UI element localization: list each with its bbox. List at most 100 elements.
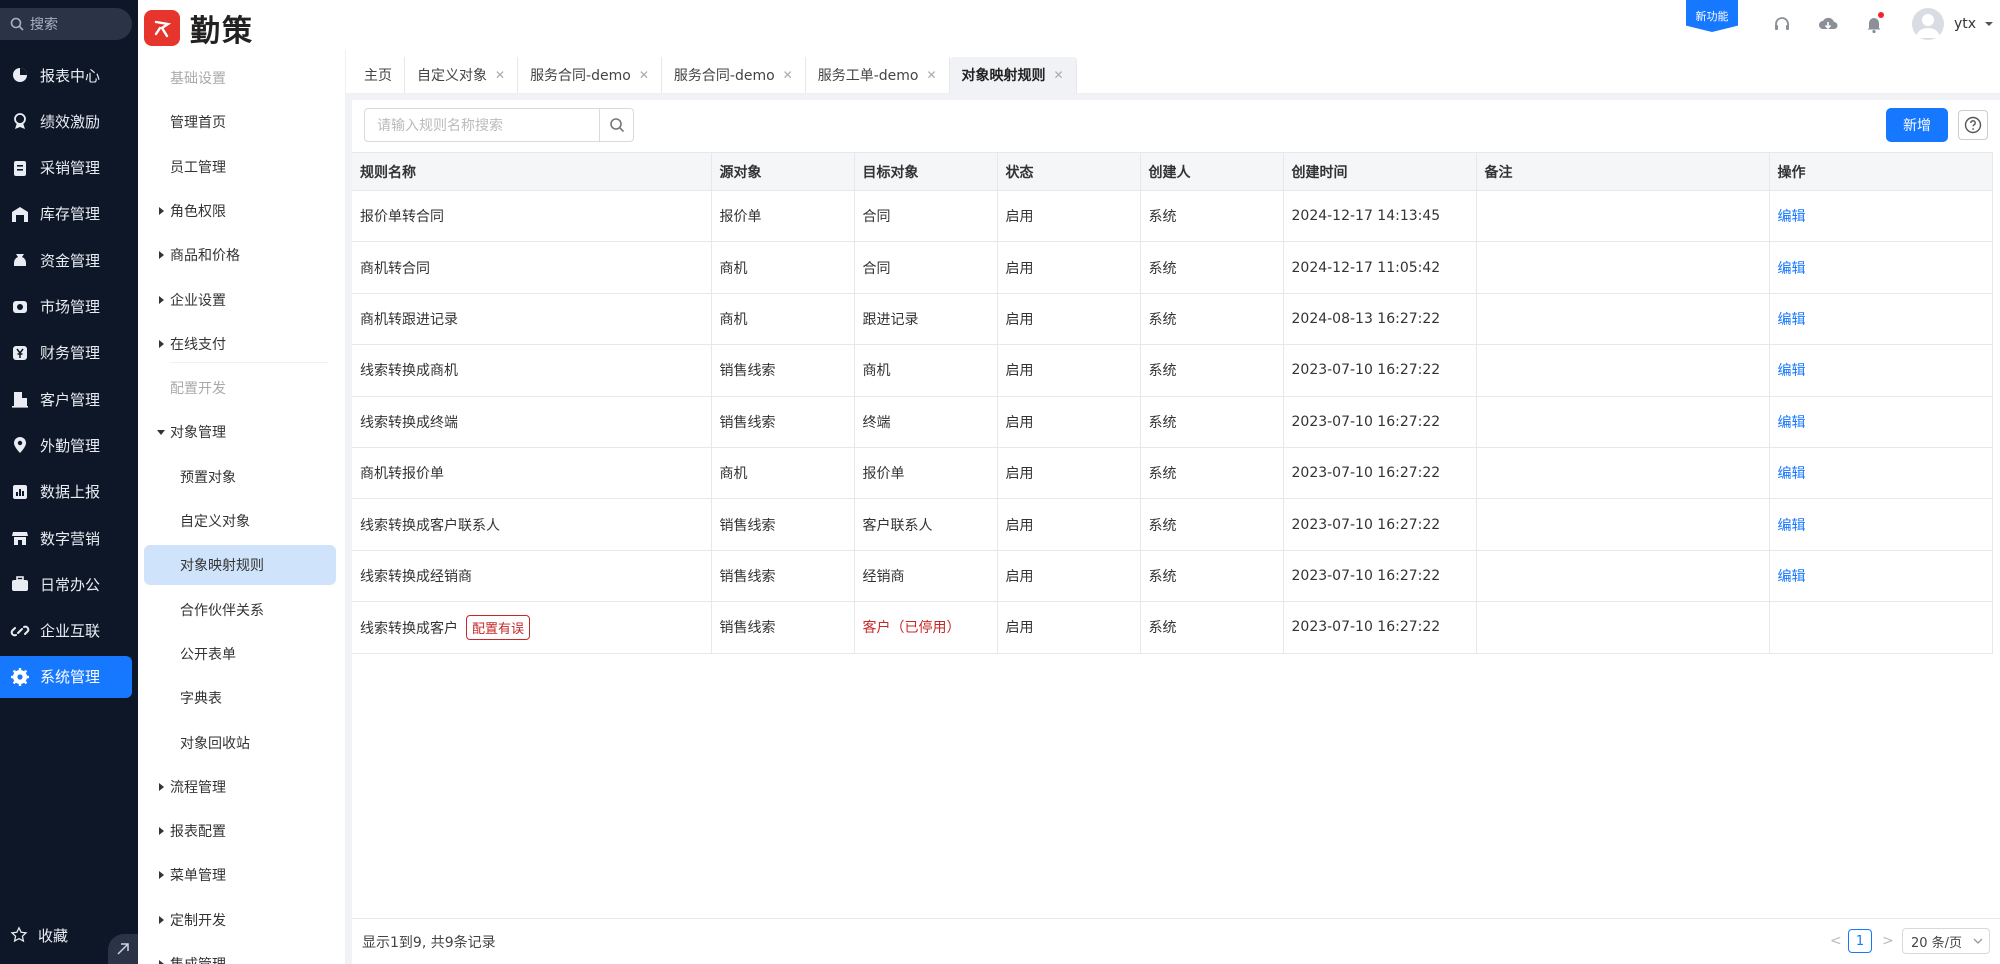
caret-right-icon [152, 871, 170, 880]
submenu-object-child-2[interactable]: 自定义对象 [138, 501, 346, 541]
rule-search-button[interactable] [600, 108, 634, 142]
cell-action[interactable]: 编辑 [1769, 241, 1993, 294]
tab-2[interactable]: 自定义对象 ✕ [405, 57, 519, 93]
cell-action[interactable]: 编辑 [1769, 447, 1993, 500]
prev-page-button[interactable]: < [1830, 933, 1842, 949]
nav-item-5[interactable]: 资金管理 [0, 239, 132, 281]
submenu-object-management[interactable]: 对象管理 [138, 412, 346, 452]
nav-item-1[interactable]: 报表中心 [0, 54, 132, 96]
submenu-object-child-6[interactable]: 字典表 [138, 678, 346, 718]
search-icon [10, 17, 24, 31]
caret-right-icon [152, 251, 170, 260]
nav-item-10[interactable]: 数据上报 [0, 471, 132, 513]
cell-action[interactable]: 编辑 [1769, 344, 1993, 397]
tab-6[interactable]: 对象映射规则 ✕ [949, 57, 1077, 93]
favorites-label: 收藏 [38, 926, 69, 945]
user-menu[interactable]: ytx [1912, 8, 1994, 40]
close-icon[interactable]: ✕ [783, 68, 793, 82]
bell-icon[interactable] [1862, 12, 1886, 36]
nav-item-6[interactable]: 市场管理 [0, 286, 132, 328]
submenu-divider [170, 362, 328, 364]
submenu-item-basic-1[interactable]: 管理首页 [138, 102, 346, 142]
nav-item-9[interactable]: 外勤管理 [0, 424, 132, 466]
cell-action[interactable]: 编辑 [1769, 550, 1993, 603]
submenu-expand-dev-3[interactable]: 菜单管理 [138, 855, 346, 895]
submenu-label: 字典表 [180, 691, 222, 708]
submenu-expand-basic-4[interactable]: 在线支付 [138, 324, 346, 364]
submenu-object-child-5[interactable]: 公开表单 [138, 634, 346, 674]
cell-name: 线索转换成客户联系人 [352, 498, 712, 551]
submenu-label: 员工管理 [170, 159, 226, 176]
submenu-object-child-1[interactable]: 预置对象 [138, 457, 346, 497]
new-feature-badge[interactable]: 新功能 [1686, 0, 1738, 32]
nav-item-13[interactable]: 企业互联 [0, 610, 132, 652]
submenu-object-child-3[interactable]: 对象映射规则 [144, 545, 336, 586]
close-icon[interactable]: ✕ [1054, 68, 1064, 82]
nav-item-label: 报表中心 [40, 66, 101, 85]
next-page-button[interactable]: > [1882, 933, 1894, 949]
column-header-7: 备注 [1476, 152, 1770, 191]
cell-creator: 系统 [1140, 190, 1284, 243]
submenu-label: 集成管理 [170, 954, 226, 964]
cell-time: 2024-08-13 16:27:22 [1283, 293, 1477, 346]
tab-5[interactable]: 服务工单-demo ✕ [806, 57, 950, 93]
cell-action [1769, 601, 1993, 654]
column-header-8: 操作 [1769, 152, 1993, 191]
submenu-item-basic-2[interactable]: 员工管理 [138, 147, 346, 187]
submenu-group-basic: 基础设置 [138, 58, 346, 98]
tab-label: 服务合同-demo [530, 68, 631, 84]
nav-item-4[interactable]: 库存管理 [0, 193, 132, 235]
cell-action[interactable]: 编辑 [1769, 498, 1993, 551]
cell-status: 启用 [997, 344, 1141, 397]
submenu-object-child-7[interactable]: 对象回收站 [138, 723, 346, 763]
close-icon[interactable]: ✕ [495, 68, 505, 82]
cell-target: 客户（已停用） [854, 601, 998, 654]
headset-icon[interactable] [1770, 12, 1794, 36]
close-icon[interactable]: ✕ [926, 68, 936, 82]
nav-item-3[interactable]: 采销管理 [0, 147, 132, 189]
nav-item-label: 日常办公 [40, 575, 101, 594]
page-number[interactable]: 1 [1848, 929, 1872, 953]
caret-down-icon [152, 428, 170, 436]
collapse-sidebar-button[interactable] [108, 934, 138, 964]
app-logo[interactable]: 勤策 [144, 6, 254, 50]
tab-1[interactable]: 主页 [352, 57, 405, 93]
nav-item-2[interactable]: 绩效激励 [0, 100, 132, 142]
cell-remark [1476, 190, 1770, 243]
tab-4[interactable]: 服务合同-demo ✕ [662, 57, 806, 93]
link-icon [10, 625, 30, 636]
nav-item-7[interactable]: 财务管理 [0, 332, 132, 374]
submenu-expand-dev-1[interactable]: 流程管理 [138, 767, 346, 807]
nav-item-label: 市场管理 [40, 298, 101, 316]
submenu-label: 商品和价格 [170, 248, 240, 265]
submenu-expand-basic-2[interactable]: 商品和价格 [138, 235, 346, 275]
submenu-expand-basic-1[interactable]: 角色权限 [138, 191, 346, 231]
cell-action[interactable]: 编辑 [1769, 396, 1993, 448]
submenu-expand-dev-2[interactable]: 报表配置 [138, 811, 346, 851]
cell-source: 销售线索 [711, 550, 855, 603]
nav-item-8[interactable]: 客户管理 [0, 378, 132, 420]
nav-item-12[interactable]: 日常办公 [0, 563, 132, 605]
submenu-expand-integration[interactable]: 集成管理 [138, 944, 346, 964]
cell-action[interactable]: 编辑 [1769, 293, 1993, 346]
market-icon [13, 300, 27, 313]
column-header-1: 规则名称 [352, 152, 712, 191]
tab-3[interactable]: 服务合同-demo ✕ [518, 57, 662, 93]
cell-action[interactable]: 编辑 [1769, 190, 1993, 243]
submenu-object-child-4[interactable]: 合作伙伴关系 [138, 590, 346, 630]
submenu-expand-basic-3[interactable]: 企业设置 [138, 280, 346, 320]
nav-search[interactable]: 搜索 [0, 8, 132, 40]
page-size-select[interactable]: 20 条/页 [1902, 928, 1990, 954]
nav-item-label: 财务管理 [40, 344, 101, 363]
config-error-badge: 配置有误 [466, 614, 531, 640]
close-icon[interactable]: ✕ [639, 68, 649, 82]
help-button[interactable] [1958, 110, 1988, 140]
cloud-download-icon[interactable] [1816, 12, 1840, 36]
add-rule-button[interactable]: 新增 [1886, 108, 1948, 142]
rule-search-input[interactable]: 请输入规则名称搜索 [364, 108, 600, 142]
cell-creator: 系统 [1140, 241, 1284, 294]
help-icon [1964, 116, 1982, 134]
submenu-expand-dev-4[interactable]: 定制开发 [138, 900, 346, 940]
nav-item-11[interactable]: 数字营销 [0, 517, 132, 559]
nav-item-14[interactable]: 系统管理 [0, 655, 132, 698]
